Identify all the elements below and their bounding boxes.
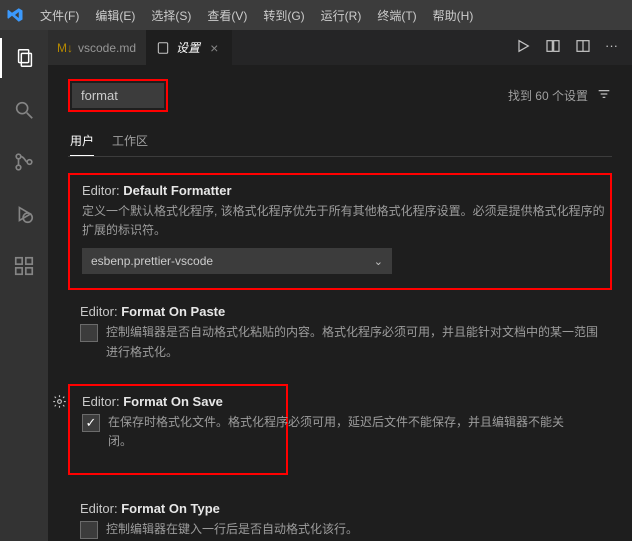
settings-search-wrapper [68, 79, 168, 112]
explorer-icon[interactable] [0, 38, 48, 78]
setting-default-formatter: Editor: Default Formatter 定义一个默认格式化程序, 该… [68, 173, 612, 290]
chevron-down-icon: ⌄ [374, 255, 383, 268]
vscode-logo-icon [6, 6, 24, 24]
setting-title: Editor: Format On Paste [80, 304, 608, 319]
format-on-save-checkbox[interactable]: ✓ [82, 414, 100, 432]
setting-title: Editor: Default Formatter [82, 183, 606, 198]
split-editor-icon[interactable] [545, 38, 561, 57]
menu-run[interactable]: 运行(R) [313, 3, 370, 28]
default-formatter-dropdown[interactable]: esbenp.prettier-vscode ⌄ [82, 248, 392, 274]
menu-file[interactable]: 文件(F) [32, 3, 87, 28]
source-control-icon[interactable] [0, 142, 48, 182]
run-icon[interactable] [515, 38, 531, 57]
menu-go[interactable]: 转到(G) [255, 3, 312, 28]
activity-bar [0, 30, 48, 541]
more-actions-icon[interactable]: ··· [605, 38, 618, 57]
extensions-icon[interactable] [0, 246, 48, 286]
scope-tab-workspace[interactable]: 工作区 [112, 126, 148, 156]
setting-format-on-paste: Editor: Format On Paste 控制编辑器是否自动格式化粘贴的内… [68, 296, 612, 383]
menu-view[interactable]: 查看(V) [199, 3, 255, 28]
menu-edit[interactable]: 编辑(E) [87, 3, 143, 28]
setting-format-on-type: Editor: Format On Type 控制编辑器在键入一行后是否自动格式… [68, 493, 612, 541]
setting-description: 在保存时格式化文件。格式化程序必须可用，延迟后文件不能保存，并且编辑器不能关闭。 [108, 413, 582, 451]
tab-vscode-md[interactable]: M↓ vscode.md [48, 30, 146, 65]
menubar: 文件(F) 编辑(E) 选择(S) 查看(V) 转到(G) 运行(R) 终端(T… [0, 0, 632, 30]
close-icon[interactable]: × [206, 40, 222, 56]
menu-help[interactable]: 帮助(H) [425, 3, 482, 28]
run-debug-icon[interactable] [0, 194, 48, 234]
scope-tab-user[interactable]: 用户 [70, 126, 94, 156]
setting-description: 控制编辑器在键入一行后是否自动格式化该行。 [106, 520, 358, 539]
menu-selection[interactable]: 选择(S) [143, 3, 199, 28]
markdown-file-icon: M↓ [58, 41, 72, 55]
menu-terminal[interactable]: 终端(T) [369, 3, 424, 28]
tab-settings[interactable]: 设置 × [146, 30, 232, 65]
tab-bar: M↓ vscode.md 设置 × ··· [48, 30, 632, 65]
format-on-paste-checkbox[interactable] [80, 324, 98, 342]
tab-label: vscode.md [78, 41, 136, 55]
dropdown-value: esbenp.prettier-vscode [91, 254, 213, 268]
settings-editor: 找到 60 个设置 用户 工作区 Editor: Default Formatt… [48, 65, 632, 541]
tab-label: 设置 [176, 39, 200, 56]
open-json-icon[interactable] [575, 38, 591, 57]
search-icon[interactable] [0, 90, 48, 130]
setting-format-on-save: Editor: Format On Save ✓ 在保存时格式化文件。格式化程序… [68, 384, 288, 475]
settings-file-icon [156, 41, 170, 55]
editor-actions: ··· [515, 38, 632, 57]
settings-scope-tabs: 用户 工作区 [68, 126, 612, 157]
setting-title: Editor: Format On Type [80, 501, 608, 516]
setting-description: 控制编辑器是否自动格式化粘贴的内容。格式化程序必须可用，并且能针对文档中的某一范… [106, 323, 608, 361]
format-on-type-checkbox[interactable] [80, 521, 98, 539]
gear-icon[interactable] [52, 394, 67, 412]
setting-description: 定义一个默认格式化程序, 该格式化程序优先于所有其他格式化程序设置。必须是提供格… [82, 202, 606, 240]
settings-search-input[interactable] [72, 83, 164, 108]
setting-title: Editor: Format On Save [82, 394, 286, 409]
settings-result-count: 找到 60 个设置 [508, 87, 588, 104]
settings-filter-icon[interactable] [596, 86, 612, 105]
